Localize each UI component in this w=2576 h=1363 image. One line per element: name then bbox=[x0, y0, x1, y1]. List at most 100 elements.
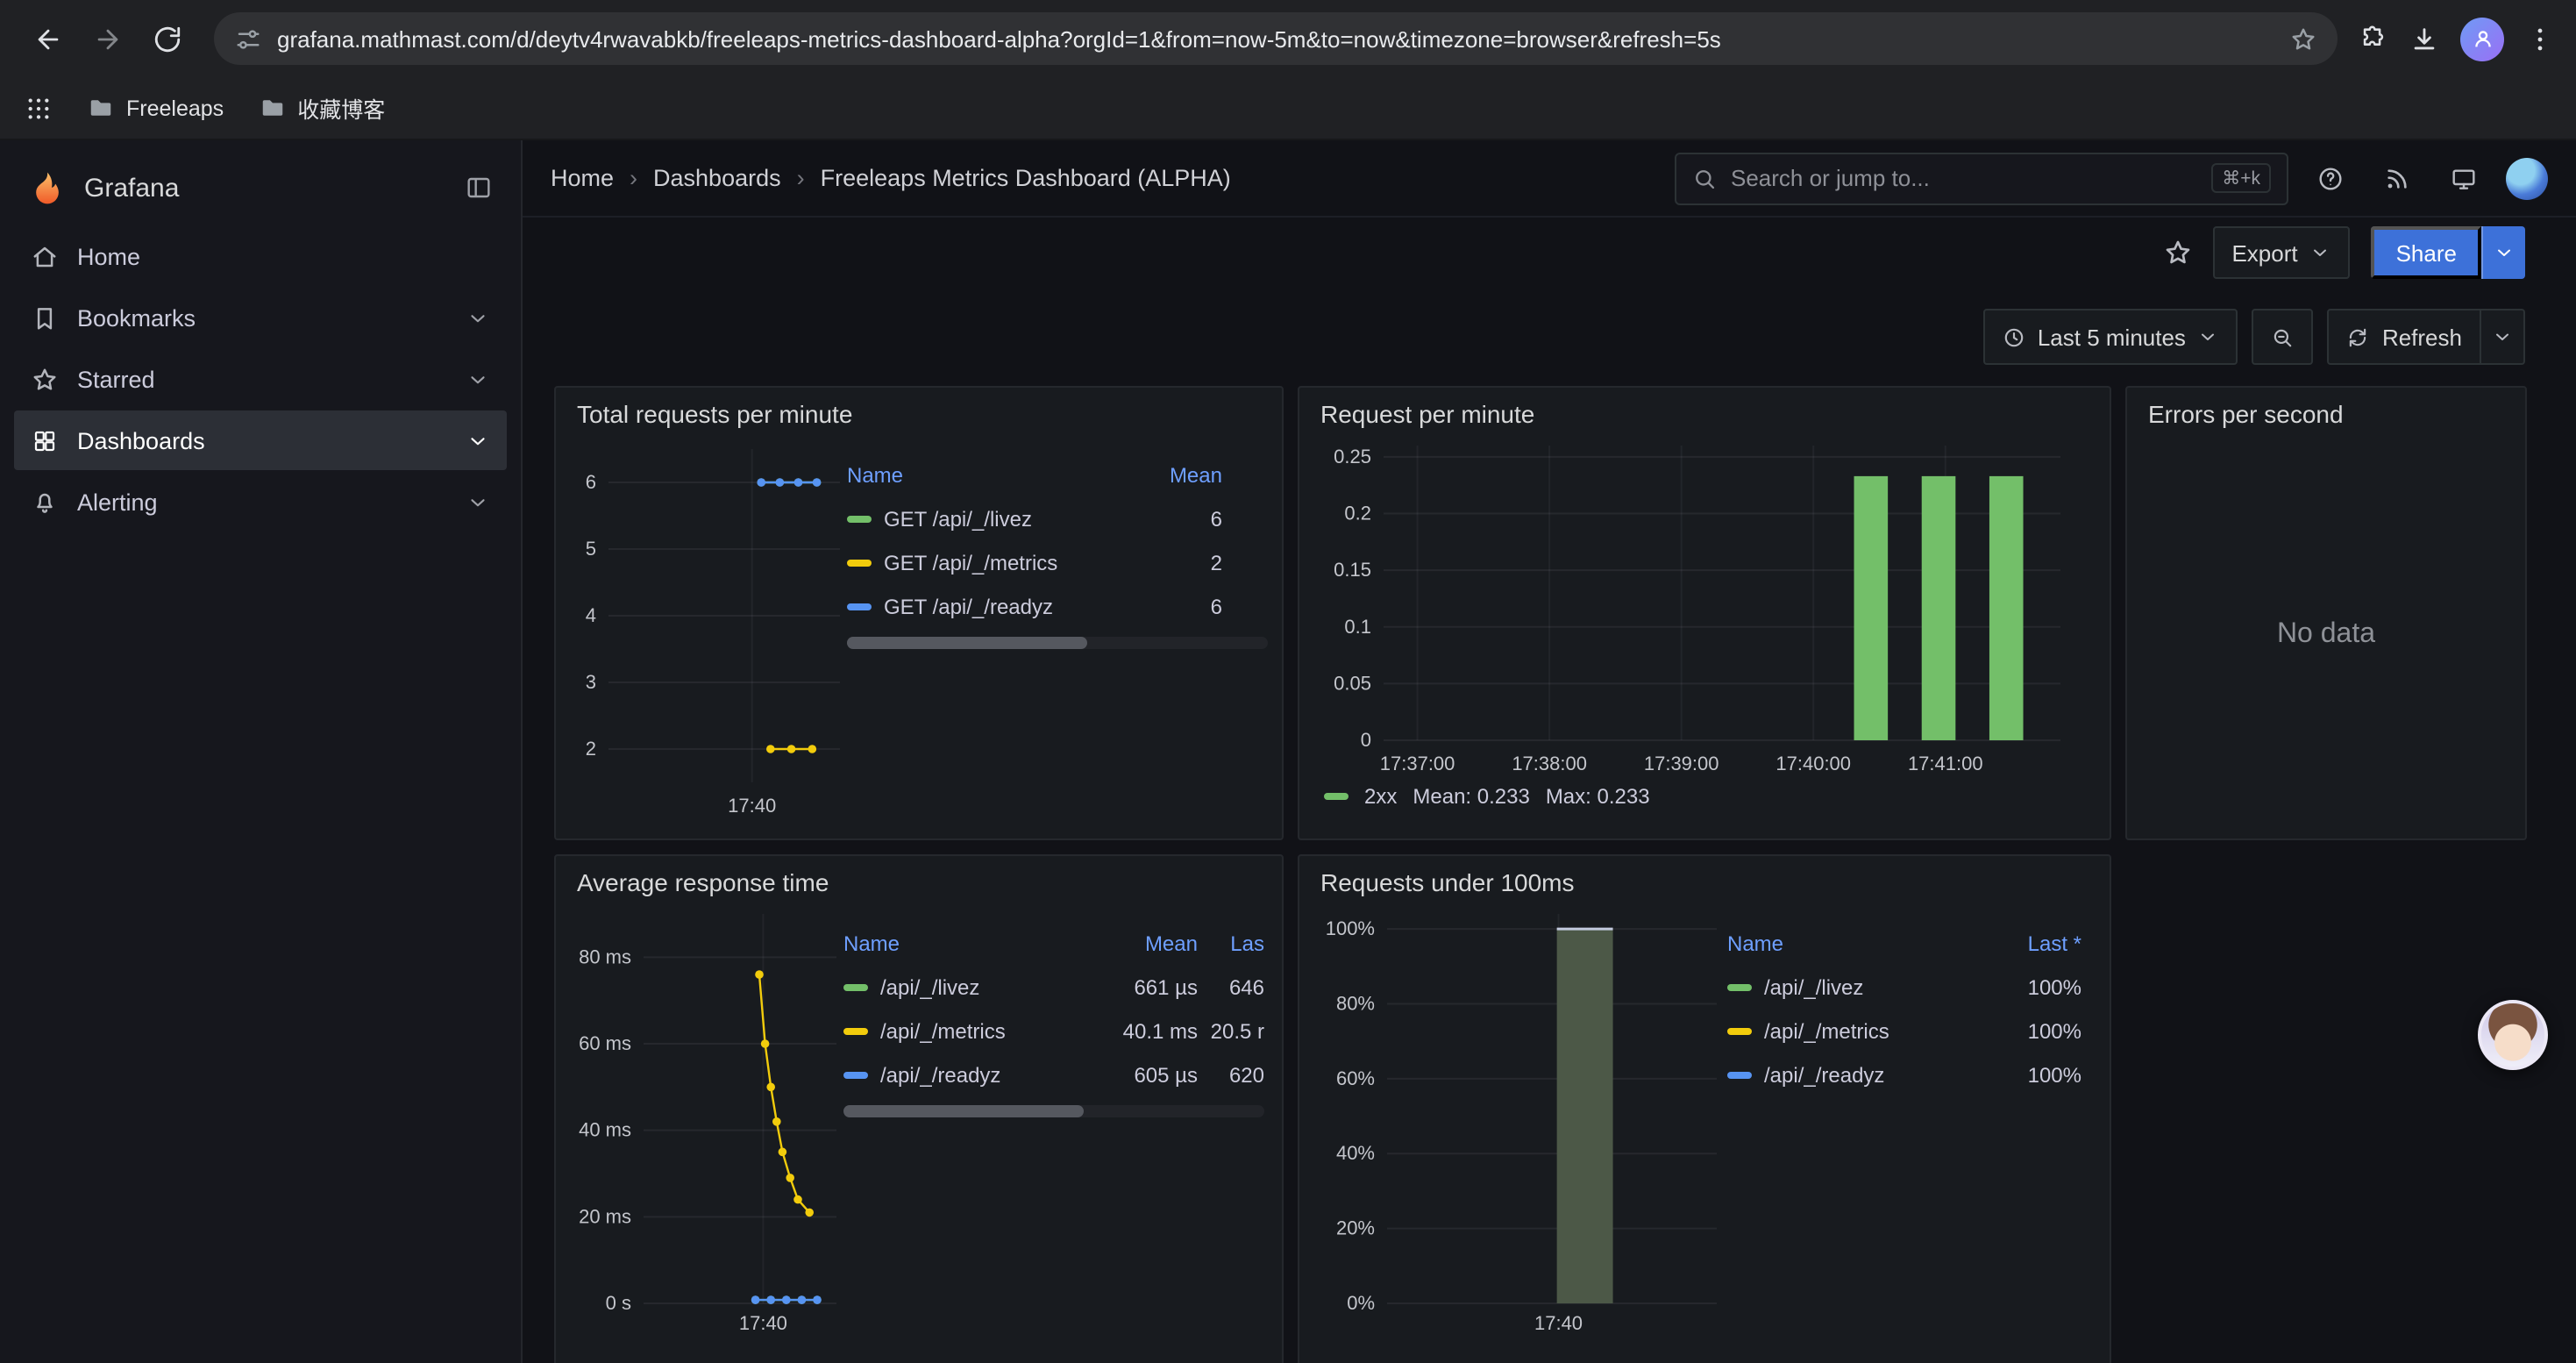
svg-text:17:39:00: 17:39:00 bbox=[1644, 753, 1719, 774]
legend-row[interactable]: /api/_/metrics40.1 ms20.5 r bbox=[843, 1009, 1264, 1053]
download-icon[interactable] bbox=[2409, 24, 2439, 54]
total-requests-chart[interactable]: 2345617:40 bbox=[566, 432, 847, 821]
chevron-down-icon[interactable] bbox=[466, 490, 489, 513]
legend-col-header[interactable]: Name bbox=[1727, 931, 1990, 955]
series-color-swatch bbox=[1324, 793, 1348, 800]
series-name: GET /api/_/metrics bbox=[884, 550, 1057, 574]
news-button[interactable] bbox=[2373, 152, 2422, 204]
svg-text:60 ms: 60 ms bbox=[579, 1032, 631, 1054]
series-value: 40.1 ms bbox=[1092, 1018, 1198, 1043]
back-button[interactable] bbox=[21, 12, 74, 65]
svg-text:3: 3 bbox=[586, 671, 596, 693]
dock-menu-icon[interactable] bbox=[465, 174, 493, 202]
series-max: Max: 0.233 bbox=[1546, 784, 1650, 809]
chevron-down-icon[interactable] bbox=[466, 306, 489, 329]
search-box[interactable]: ⌘+k bbox=[1675, 152, 2288, 204]
panel-title[interactable]: Request per minute bbox=[1299, 388, 2110, 432]
panel-title[interactable]: Total requests per minute bbox=[556, 388, 1282, 432]
refresh-button[interactable]: Refresh bbox=[2328, 309, 2481, 365]
scrollbar-thumb[interactable] bbox=[843, 1105, 1084, 1117]
series-name: /api/_/metrics bbox=[1764, 1018, 1889, 1043]
url-bar[interactable]: grafana.mathmast.com/d/deytv4rwavabkb/fr… bbox=[214, 12, 2338, 65]
legend-col-header[interactable]: Name bbox=[847, 462, 1142, 487]
svg-text:60%: 60% bbox=[1336, 1067, 1375, 1089]
legend-inline[interactable]: 2xx Mean: 0.233 Max: 0.233 bbox=[1313, 779, 2096, 823]
legend-col-header[interactable]: Mean bbox=[1092, 931, 1198, 955]
legend-col-header[interactable]: Las bbox=[1198, 931, 1264, 955]
help-button[interactable] bbox=[2306, 152, 2355, 204]
series-name: /api/_/readyz bbox=[880, 1062, 1000, 1087]
brand-text[interactable]: Grafana bbox=[84, 173, 447, 203]
export-button[interactable]: Export bbox=[2212, 226, 2350, 279]
sidebar-item-home[interactable]: Home bbox=[14, 226, 507, 286]
search-icon bbox=[1692, 166, 1717, 190]
bookmark-star-icon[interactable] bbox=[2290, 25, 2316, 52]
chevron-down-icon[interactable] bbox=[466, 368, 489, 390]
person-icon bbox=[2470, 26, 2494, 51]
series-value: 100% bbox=[1990, 1062, 2081, 1087]
breadcrumb-dashboards[interactable]: Dashboards bbox=[653, 165, 781, 191]
profile-avatar[interactable] bbox=[2460, 17, 2504, 61]
legend-row[interactable]: /api/_/readyz100% bbox=[1727, 1053, 2081, 1096]
series-name: 2xx bbox=[1364, 784, 1397, 809]
bookmark-item-blogs[interactable]: 收藏博客 bbox=[259, 91, 385, 125]
display-button[interactable] bbox=[2439, 152, 2488, 204]
average-response-time-chart[interactable]: 0 s20 ms40 ms60 ms80 ms17:40 bbox=[566, 900, 843, 1338]
favorite-button[interactable] bbox=[2163, 239, 2191, 267]
panel-title[interactable]: Errors per second bbox=[2127, 388, 2525, 432]
request-per-minute-chart[interactable]: 00.050.10.150.20.2517:37:0017:38:0017:39… bbox=[1313, 432, 2071, 779]
legend-scrollbar[interactable] bbox=[847, 637, 1268, 649]
refresh-interval-button[interactable] bbox=[2481, 309, 2525, 365]
sidebar-item-bookmarks[interactable]: Bookmarks bbox=[14, 288, 507, 347]
sidebar-item-dashboards[interactable]: Dashboards bbox=[14, 410, 507, 470]
series-color-swatch bbox=[843, 983, 868, 990]
reload-button[interactable] bbox=[140, 12, 193, 65]
scrollbar-thumb[interactable] bbox=[847, 637, 1087, 649]
legend-row[interactable]: /api/_/readyz605 µs620 bbox=[843, 1053, 1264, 1096]
menu-kebab-icon[interactable] bbox=[2525, 24, 2555, 54]
user-avatar[interactable] bbox=[2506, 157, 2548, 199]
series-name: /api/_/livez bbox=[1764, 974, 1863, 999]
site-settings-icon[interactable] bbox=[235, 25, 261, 52]
time-range-button[interactable]: Last 5 minutes bbox=[1983, 309, 2238, 365]
legend-row[interactable]: /api/_/livez661 µs646 bbox=[843, 965, 1264, 1009]
clock-icon bbox=[2003, 325, 2025, 348]
svg-text:17:41:00: 17:41:00 bbox=[1908, 753, 1983, 774]
legend-col-header[interactable]: Name bbox=[843, 931, 1092, 955]
chevron-down-icon[interactable] bbox=[466, 429, 489, 452]
assistant-avatar[interactable] bbox=[2478, 1000, 2548, 1070]
zoom-out-button[interactable] bbox=[2252, 309, 2314, 365]
legend-table: NameMeanGET /api/_/livez6GET /api/_/metr… bbox=[847, 453, 1268, 628]
apps-grid-icon[interactable] bbox=[25, 94, 53, 122]
breadcrumb-home[interactable]: Home bbox=[551, 165, 614, 191]
series-name: /api/_/livez bbox=[880, 974, 979, 999]
forward-button[interactable] bbox=[81, 12, 133, 65]
legend-row[interactable]: GET /api/_/readyz6 bbox=[847, 584, 1222, 628]
legend-row[interactable]: GET /api/_/metrics2 bbox=[847, 540, 1222, 584]
legend-row[interactable]: /api/_/livez100% bbox=[1727, 965, 2081, 1009]
forward-icon bbox=[92, 24, 122, 54]
grafana-app: Grafana Home Bookmarks Starred bbox=[0, 140, 2576, 1363]
browser-actions bbox=[2359, 17, 2555, 61]
reload-icon bbox=[152, 24, 181, 54]
svg-text:17:37:00: 17:37:00 bbox=[1380, 753, 1455, 774]
bookmark-label: Freeleaps bbox=[126, 96, 224, 120]
series-name: /api/_/metrics bbox=[880, 1018, 1006, 1043]
grafana-logo[interactable] bbox=[28, 168, 67, 207]
share-button[interactable]: Share bbox=[2372, 226, 2481, 279]
sidebar-item-starred[interactable]: Starred bbox=[14, 349, 507, 409]
legend-row[interactable]: GET /api/_/livez6 bbox=[847, 496, 1222, 540]
extensions-icon[interactable] bbox=[2359, 24, 2388, 54]
sidebar-item-alerting[interactable]: Alerting bbox=[14, 472, 507, 532]
share-dropdown-button[interactable] bbox=[2481, 226, 2525, 279]
requests-under-100ms-chart[interactable]: 0%20%40%60%80%100%17:40 bbox=[1310, 900, 1727, 1338]
panel-title[interactable]: Requests under 100ms bbox=[1299, 856, 2110, 900]
search-input[interactable] bbox=[1731, 165, 2197, 191]
bookmark-icon bbox=[32, 304, 58, 331]
legend-row[interactable]: /api/_/metrics100% bbox=[1727, 1009, 2081, 1053]
panel-title[interactable]: Average response time bbox=[556, 856, 1282, 900]
legend-col-header[interactable]: Mean bbox=[1142, 462, 1222, 487]
legend-scrollbar[interactable] bbox=[843, 1105, 1264, 1117]
legend-col-header[interactable]: Last * bbox=[1990, 931, 2081, 955]
bookmark-item-freeleaps[interactable]: Freeleaps bbox=[88, 95, 224, 121]
